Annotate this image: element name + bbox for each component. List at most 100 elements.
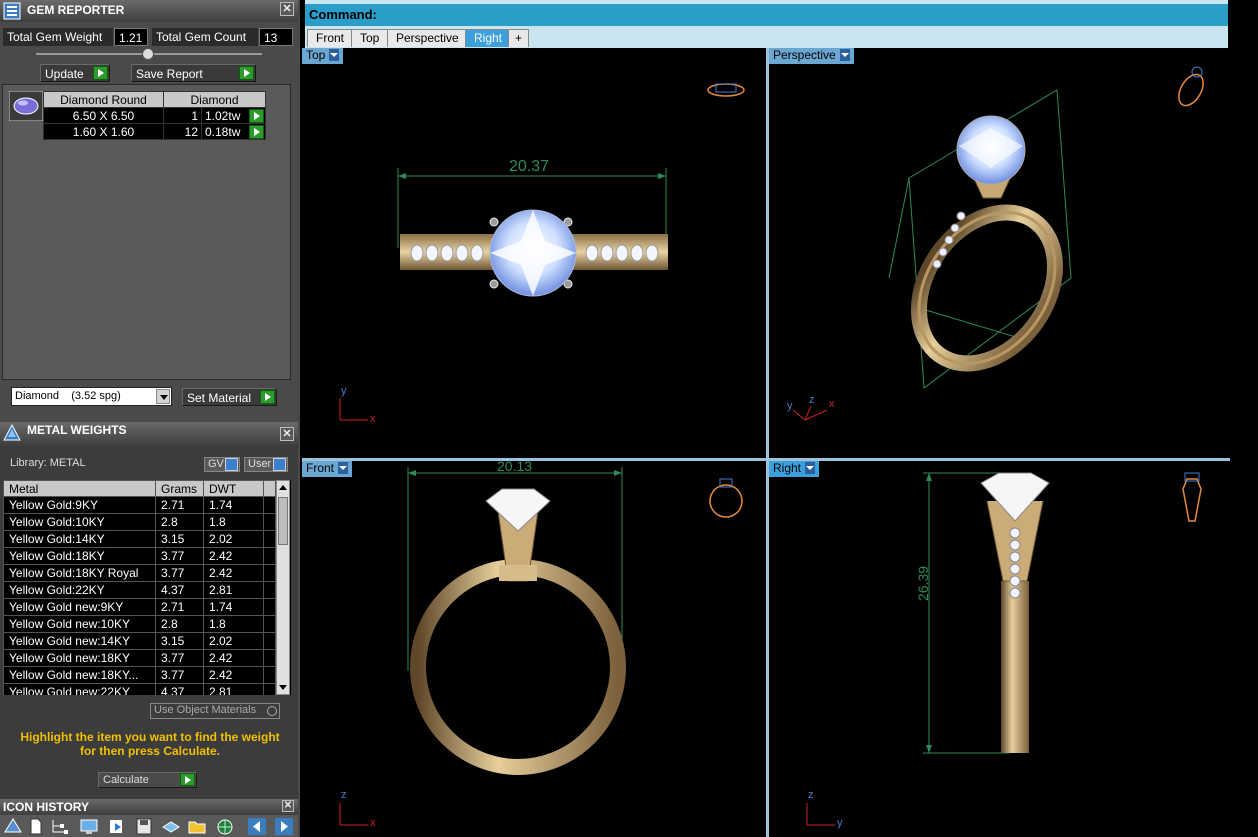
metal-cell-dwt: 2.42 — [203, 547, 264, 565]
gem-reporter-title: GEM REPORTER — [27, 3, 125, 17]
close-icon[interactable]: ✕ — [280, 2, 294, 16]
set-material-button[interactable]: Set Material — [182, 388, 277, 406]
metal-table-row[interactable]: Yellow Gold new:22KY 4.37 2.81 — [3, 683, 276, 695]
new-document-icon[interactable] — [27, 818, 45, 835]
command-label: Command: — [309, 7, 377, 22]
gem-row[interactable]: 1.60 X 1.60 12 0.18tw — [43, 123, 266, 140]
gem-count: 12 — [163, 123, 202, 140]
play-icon — [93, 66, 108, 80]
tab-right[interactable]: Right — [465, 29, 512, 47]
col-header-dwt[interactable]: DWT — [203, 480, 264, 497]
globe-icon[interactable] — [216, 818, 234, 835]
gem-reporter-titlebar: GEM REPORTER ✕ — [0, 0, 298, 22]
play-icon — [239, 66, 254, 80]
hint-line-1: Highlight the item you want to find the … — [20, 730, 280, 744]
metal-cell-grams: 3.15 — [155, 530, 204, 548]
save-report-button[interactable]: Save Report — [131, 64, 256, 82]
import-icon[interactable] — [108, 818, 126, 835]
metal-cell-metal: Yellow Gold:22KY — [3, 581, 156, 599]
arrow-right-icon[interactable] — [275, 818, 293, 835]
tab-front[interactable]: Front — [307, 29, 354, 47]
metal-cell-grams: 2.8 — [155, 615, 204, 633]
dimension-height-label: 26.39 — [915, 565, 931, 601]
use-object-materials-toggle[interactable]: Use Object Materials — [150, 703, 280, 719]
metal-table-row[interactable]: Yellow Gold:18KY Royal 3.77 2.42 — [3, 564, 276, 582]
view-tabbar: Front Top Perspective Right + — [305, 26, 1228, 48]
metal-table-row[interactable]: Yellow Gold new:14KY 3.15 2.02 — [3, 632, 276, 650]
play-icon — [260, 390, 275, 404]
splitter-handle[interactable] — [142, 48, 154, 60]
metal-table-row[interactable]: Yellow Gold new:9KY 2.71 1.74 — [3, 598, 276, 616]
metal-cell-metal: Yellow Gold new:9KY — [3, 598, 156, 616]
close-icon[interactable]: ✕ — [282, 800, 294, 812]
metal-table-row[interactable]: Yellow Gold:22KY 4.37 2.81 — [3, 581, 276, 599]
metal-cell-dwt: 2.81 — [203, 581, 264, 599]
save-icon[interactable] — [135, 818, 153, 835]
metal-table-row[interactable]: Yellow Gold new:18KY... 3.77 2.42 — [3, 666, 276, 684]
viewport-right[interactable]: Right 26.39 z y — [769, 461, 1230, 837]
metal-cell-metal: Yellow Gold new:18KY... — [3, 666, 156, 684]
metal-cell-metal: Yellow Gold:9KY — [3, 496, 156, 514]
set-material-label: Set Material — [187, 391, 252, 405]
metal-table-row[interactable]: Yellow Gold:10KY 2.8 1.8 — [3, 513, 276, 531]
scroll-down-icon[interactable] — [279, 685, 287, 690]
metal-cell-grams: 2.71 — [155, 496, 204, 514]
metal-table-scrollbar[interactable] — [276, 480, 290, 695]
close-icon[interactable]: ✕ — [280, 427, 294, 441]
total-gem-weight-value: 1.21 — [114, 28, 148, 46]
gem-weight: 0.18tw — [205, 124, 241, 139]
open-folder-icon[interactable] — [188, 818, 206, 835]
metal-cell-metal: Yellow Gold new:14KY — [3, 632, 156, 650]
gem-count: 1 — [163, 107, 202, 124]
front-view-render — [339, 467, 743, 826]
axis-x-label: x — [370, 817, 376, 829]
add-tab-button[interactable]: + — [508, 29, 530, 47]
command-input[interactable]: Command: — [305, 4, 1228, 26]
metal-table-row[interactable]: Yellow Gold:14KY 3.15 2.02 — [3, 530, 276, 548]
diamond-round-icon — [9, 91, 43, 121]
metal-table-row[interactable]: Yellow Gold:9KY 2.71 1.74 — [3, 496, 276, 514]
metal-weights-titlebar: METAL WEIGHTS ✕ — [0, 422, 298, 446]
chevron-down-icon[interactable] — [156, 389, 170, 404]
material-select-value: Diamond (3.52 spg) — [15, 390, 121, 402]
metal-cell-dwt: 1.8 — [203, 615, 264, 633]
toggle-icon — [225, 458, 238, 471]
play-icon[interactable] — [249, 109, 264, 123]
gem-row[interactable]: 6.50 X 6.50 1 1.02tw — [43, 107, 266, 124]
col-header-grams[interactable]: Grams — [155, 480, 204, 497]
calculate-button[interactable]: Calculate — [98, 772, 197, 788]
update-button[interactable]: Update — [40, 64, 110, 82]
viewport-front[interactable]: Front 20.13 z x — [302, 461, 766, 837]
arrow-left-icon[interactable] — [248, 818, 266, 835]
viewport-perspective[interactable]: Perspective y z x — [769, 48, 1230, 458]
gv-toggle[interactable]: GV — [204, 457, 240, 472]
metal-table-row[interactable]: Yellow Gold:18KY 3.77 2.42 — [3, 547, 276, 565]
metal-cell-dwt: 1.74 — [203, 598, 264, 616]
viewport-top[interactable]: Top 20.37 y x — [302, 48, 766, 458]
scroll-thumb[interactable] — [278, 497, 288, 545]
perspective-view-render — [792, 66, 1204, 421]
layers-icon[interactable] — [4, 818, 22, 835]
metal-cell-grams: 2.71 — [155, 598, 204, 616]
metal-cell-metal: Yellow Gold new:10KY — [3, 615, 156, 633]
metal-table-row[interactable]: Yellow Gold new:18KY 3.77 2.42 — [3, 649, 276, 667]
gem-size: 6.50 X 6.50 — [43, 107, 164, 124]
export-icon[interactable] — [162, 818, 180, 835]
tab-perspective[interactable]: Perspective — [387, 29, 468, 47]
right-view-render — [806, 472, 1202, 826]
tab-top[interactable]: Top — [351, 29, 389, 47]
icon-history-titlebar: ICON HISTORY ✕ — [0, 799, 298, 815]
material-select[interactable]: Diamond (3.52 spg) — [11, 387, 172, 406]
hierarchy-icon[interactable] — [50, 818, 68, 835]
monitor-icon[interactable] — [80, 818, 98, 835]
calculate-hint: Highlight the item you want to find the … — [8, 730, 292, 758]
user-toggle[interactable]: User — [244, 457, 288, 472]
axis-z-label: z — [341, 789, 347, 801]
scroll-up-icon[interactable] — [279, 485, 287, 490]
col-header-metal[interactable]: Metal — [3, 480, 156, 497]
icon-history-title: ICON HISTORY — [3, 800, 90, 814]
gv-label: GV — [208, 458, 224, 470]
play-icon[interactable] — [249, 125, 264, 139]
left-panel: GEM REPORTER ✕ Total Gem Weight 1.21 Tot… — [0, 0, 300, 837]
metal-table-row[interactable]: Yellow Gold new:10KY 2.8 1.8 — [3, 615, 276, 633]
